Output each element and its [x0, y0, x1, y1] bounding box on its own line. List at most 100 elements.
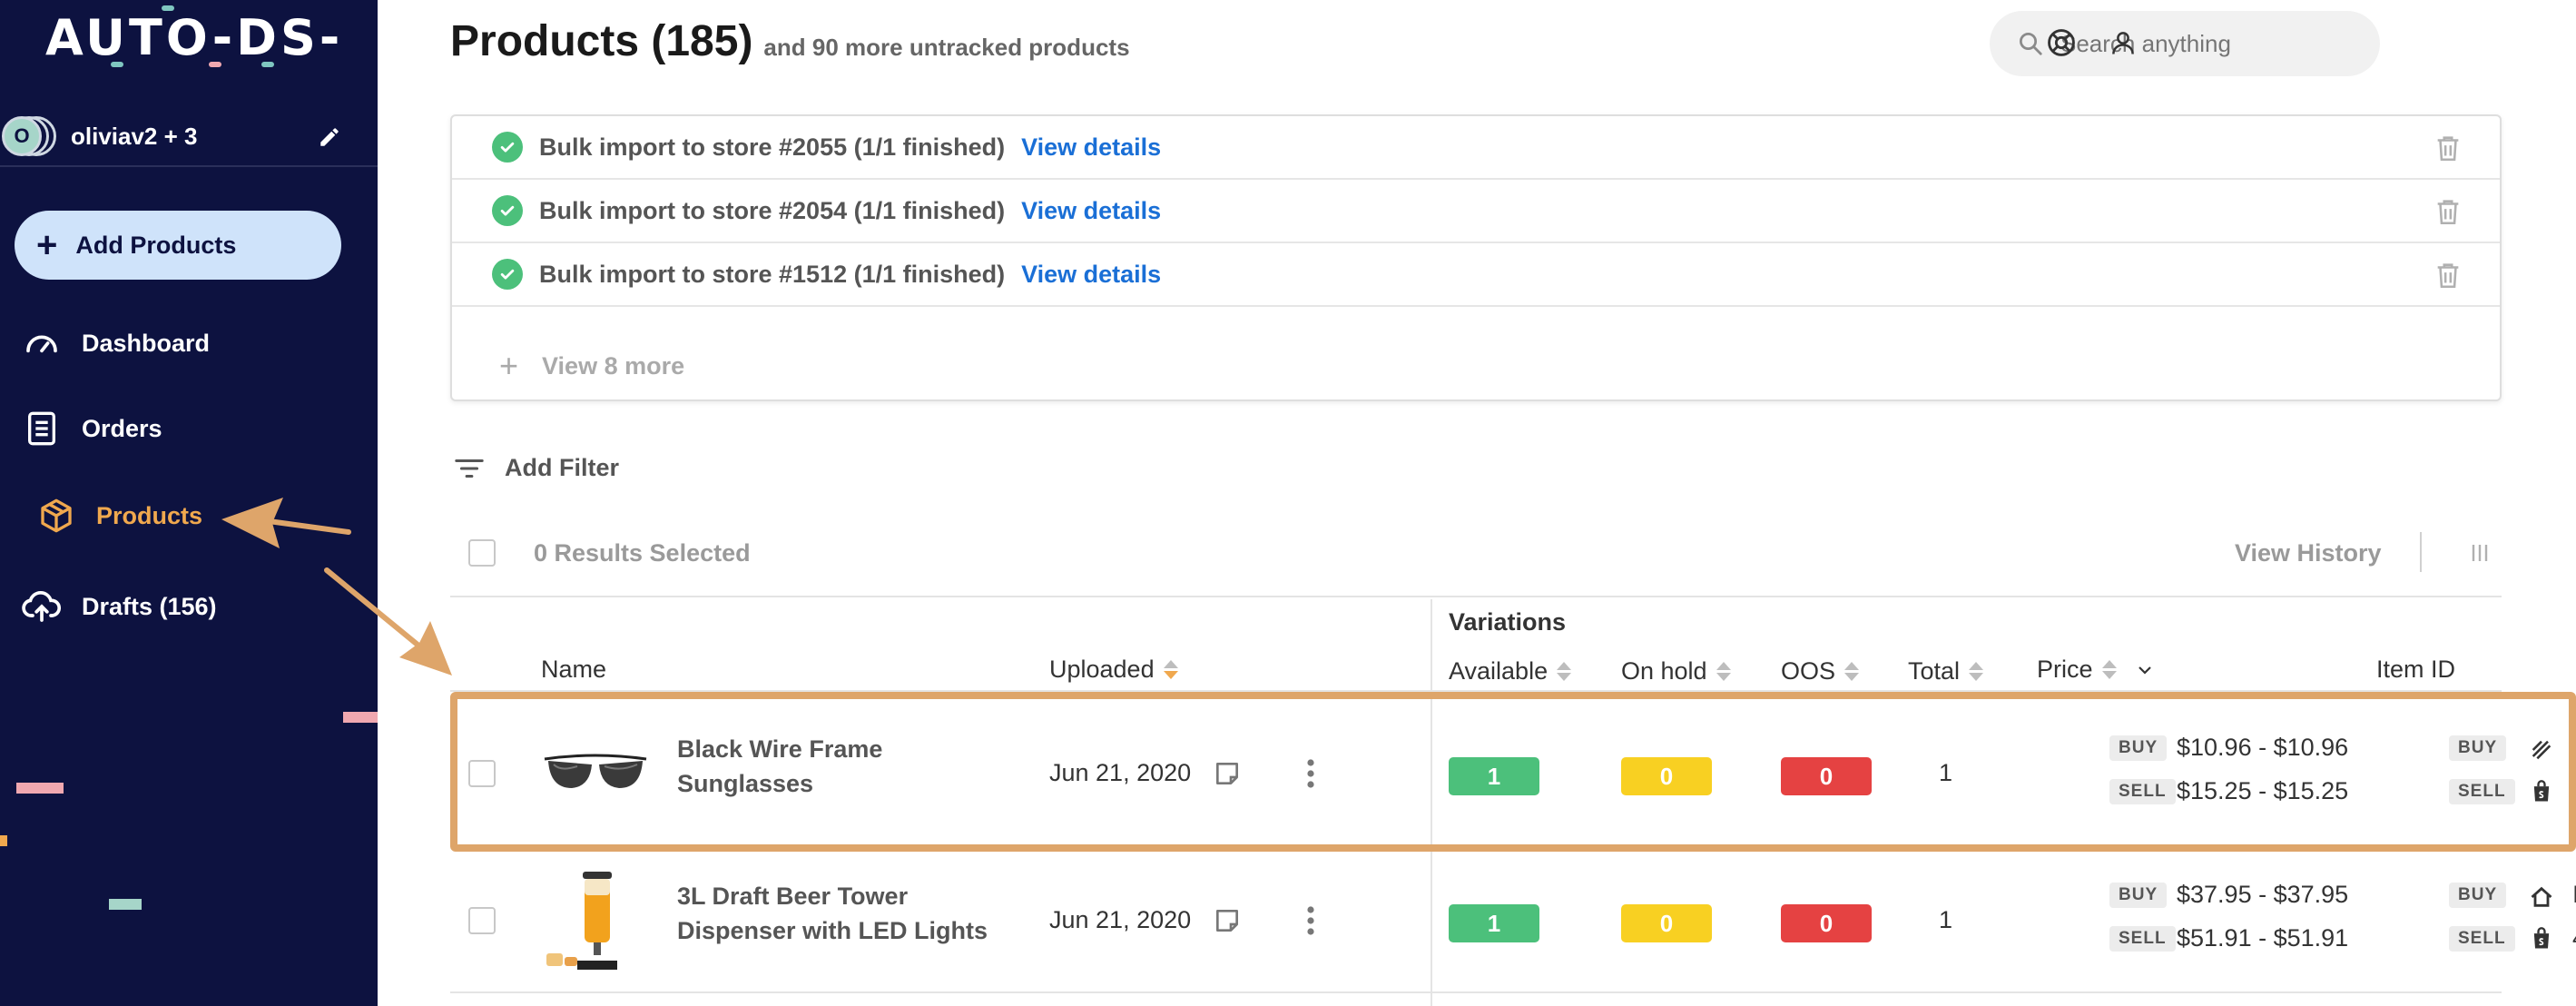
- item-id-sell[interactable]: 4: [2572, 924, 2576, 952]
- trash-icon[interactable]: [2433, 196, 2463, 227]
- sidebar-item-products[interactable]: Products: [36, 488, 202, 543]
- orders-icon: [22, 409, 62, 449]
- column-header-on-hold[interactable]: On hold: [1621, 657, 1731, 685]
- column-header-label: OOS: [1781, 657, 1836, 685]
- column-header-name[interactable]: Name: [541, 656, 606, 684]
- view-details-link[interactable]: View details: [1021, 133, 1161, 162]
- search-input[interactable]: [2060, 29, 2351, 58]
- user-icon[interactable]: [2106, 25, 2140, 60]
- add-products-button[interactable]: + Add Products: [15, 211, 341, 280]
- decoration: [0, 835, 7, 846]
- plus-icon: +: [36, 225, 58, 265]
- buy-tag: BUY: [2109, 883, 2168, 908]
- sell-tag: SELL: [2109, 926, 2176, 952]
- buy-price: $10.96 - $10.96: [2177, 734, 2349, 761]
- column-header-price[interactable]: Price: [2037, 656, 2153, 684]
- item-id-buy[interactable]: 2: [2572, 734, 2576, 762]
- buy-tag: BUY: [2449, 883, 2507, 908]
- sell-price: $51.91 - $51.91: [2177, 924, 2349, 952]
- sidebar-item-label: Drafts (156): [82, 592, 217, 620]
- column-header-item-id[interactable]: Item ID: [2376, 656, 2455, 684]
- filter-icon: [455, 459, 484, 478]
- sort-icon: [1969, 662, 1984, 681]
- view-more-button[interactable]: + View 8 more: [499, 347, 684, 385]
- check-circle-icon: [492, 195, 523, 226]
- notification-row: Bulk import to store #2054 (1/1 finished…: [452, 180, 2500, 243]
- sell-price: $15.25 - $15.25: [2177, 777, 2349, 804]
- autods-logo[interactable]: AUTO-DS-: [45, 5, 343, 69]
- available-badge: 1: [1449, 904, 1539, 942]
- column-header-uploaded[interactable]: Uploaded: [1049, 656, 1178, 684]
- note-icon[interactable]: [1213, 906, 1242, 935]
- view-details-link[interactable]: View details: [1021, 197, 1161, 225]
- plus-icon: +: [499, 347, 519, 384]
- variations-group-header: Variations: [1449, 608, 1567, 636]
- sort-icon: [1557, 662, 1572, 681]
- account-switcher[interactable]: O oliviav2 + 3: [0, 107, 378, 167]
- product-thumbnail-beer-tower[interactable]: [541, 866, 650, 975]
- total-count: 1: [1939, 906, 1953, 933]
- view-history-button[interactable]: View History: [2235, 539, 2382, 567]
- buy-tag: BUY: [2109, 735, 2168, 761]
- avatar: O: [2, 116, 42, 156]
- product-thumbnail-sunglasses[interactable]: [541, 719, 650, 828]
- column-header-available[interactable]: Available: [1449, 657, 1572, 685]
- total-count: 1: [1939, 759, 1953, 786]
- item-id-buy[interactable]: I: [2572, 881, 2576, 909]
- sidebar-item-orders[interactable]: Orders: [22, 401, 162, 456]
- note-icon[interactable]: [1213, 759, 1242, 788]
- check-circle-icon: [492, 132, 523, 163]
- uploaded-date: Jun 21, 2020: [1049, 759, 1192, 786]
- more-vertical-icon[interactable]: [1303, 757, 1318, 790]
- product-name-line[interactable]: 3L Draft Beer Tower: [677, 879, 1004, 913]
- item-id-sell[interactable]: 4: [2572, 777, 2576, 805]
- trash-icon[interactable]: [2433, 260, 2463, 291]
- sort-icon: [1844, 662, 1860, 681]
- column-header-oos[interactable]: OOS: [1781, 657, 1860, 685]
- sort-icon: [1716, 662, 1731, 681]
- notification-text: Bulk import to store #1512 (1/1 finished…: [539, 260, 1006, 288]
- pencil-icon[interactable]: [318, 125, 341, 149]
- sort-icon: [2101, 660, 2117, 679]
- logo-text: AUTO-DS-: [45, 8, 344, 66]
- dashboard-icon: [22, 323, 62, 363]
- cloud-upload-icon: [22, 587, 62, 626]
- decoration: [109, 899, 142, 910]
- logo-accent: [209, 62, 221, 67]
- chevron-down-icon[interactable]: [2137, 664, 2153, 676]
- account-name: oliviav2 + 3: [71, 122, 198, 150]
- table-row[interactable]: 3L Draft Beer Tower Dispenser with LED L…: [450, 848, 2576, 993]
- sell-tag: SELL: [2449, 779, 2515, 804]
- logo-accent: [162, 5, 174, 11]
- trash-icon[interactable]: [2433, 133, 2463, 163]
- column-header-total[interactable]: Total: [1908, 657, 1984, 685]
- product-name-line[interactable]: Sunglasses: [677, 766, 1004, 801]
- columns-icon[interactable]: [2469, 541, 2491, 565]
- column-header-label: On hold: [1621, 657, 1707, 685]
- select-all-checkbox[interactable]: [468, 539, 496, 567]
- sidebar-item-drafts[interactable]: Drafts (156): [22, 579, 217, 634]
- products-icon: [36, 496, 76, 536]
- sidebar: AUTO-DS- O oliviav2 + 3 + Add Products D…: [0, 0, 378, 1006]
- product-name-line[interactable]: Dispenser with LED Lights: [677, 913, 1004, 948]
- table-row[interactable]: Black Wire Frame Sunglasses Jun 21, 2020…: [450, 701, 2576, 846]
- sidebar-item-dashboard[interactable]: Dashboard: [22, 316, 210, 370]
- product-name-line[interactable]: Black Wire Frame: [677, 732, 1004, 766]
- row-checkbox[interactable]: [468, 760, 496, 787]
- more-vertical-icon[interactable]: [1303, 904, 1318, 937]
- notification-row: Bulk import to store #1512 (1/1 finished…: [452, 243, 2500, 307]
- supplier-icon: [2532, 740, 2551, 760]
- header-divider: [450, 690, 2502, 692]
- row-checkbox[interactable]: [468, 907, 496, 934]
- add-filter-button[interactable]: Add Filter: [454, 454, 619, 482]
- help-lifebuoy-icon[interactable]: [2044, 25, 2079, 60]
- on-hold-badge: 0: [1621, 904, 1712, 942]
- sell-tag: SELL: [2449, 926, 2515, 952]
- view-details-link[interactable]: View details: [1021, 261, 1161, 289]
- column-header-label: Item ID: [2376, 656, 2456, 683]
- page-heading: Products (185): [450, 17, 753, 65]
- sidebar-item-label: Orders: [82, 414, 162, 442]
- main-content: Products (185) and 90 more untracked pro…: [378, 0, 2576, 1006]
- account-avatars: O: [2, 116, 58, 156]
- column-header-label: Price: [2037, 656, 2093, 683]
